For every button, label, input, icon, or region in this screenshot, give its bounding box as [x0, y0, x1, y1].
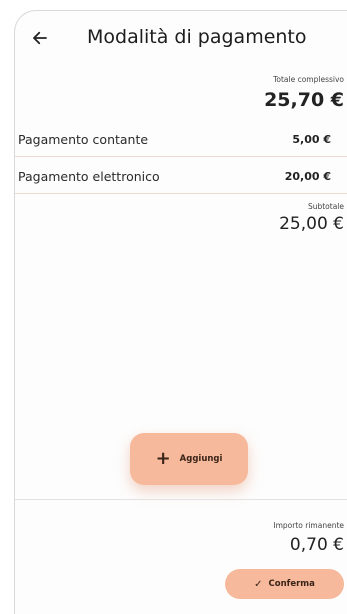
subtotal-value: 25,00 €	[279, 214, 344, 234]
back-button[interactable]	[27, 25, 53, 51]
add-payment-button[interactable]: + Aggiungi	[130, 433, 248, 485]
check-icon: ✓	[254, 578, 263, 590]
total-label: Totale complessivo	[273, 75, 344, 84]
plus-icon: +	[155, 448, 171, 469]
subtotal-label: Subtotale	[307, 202, 344, 211]
payment-screen: Modalità di pagamento Totale complessivo…	[14, 10, 347, 614]
payment-row-cash[interactable]: Pagamento contante 5,00 €	[15, 124, 347, 157]
payment-label: Pagamento contante	[18, 132, 149, 147]
page-title: Modalità di pagamento	[87, 26, 307, 48]
app-header: Modalità di pagamento	[15, 11, 347, 63]
payment-label: Pagamento elettronico	[18, 169, 160, 184]
confirm-button-label: Conferma	[268, 579, 315, 589]
total-value: 25,70 €	[264, 89, 344, 111]
payment-amount: 5,00 €	[292, 133, 331, 146]
remaining-value: 0,70 €	[289, 535, 344, 555]
confirm-button[interactable]: ✓ Conferma	[225, 569, 344, 599]
payment-row-electronic[interactable]: Pagamento elettronico 20,00 €	[15, 161, 347, 194]
remaining-label: Importo rimanente	[273, 521, 344, 530]
add-button-label: Aggiungi	[179, 454, 223, 464]
bottom-divider	[15, 499, 347, 500]
arrow-left-icon	[33, 31, 47, 45]
payment-amount: 20,00 €	[284, 170, 331, 183]
